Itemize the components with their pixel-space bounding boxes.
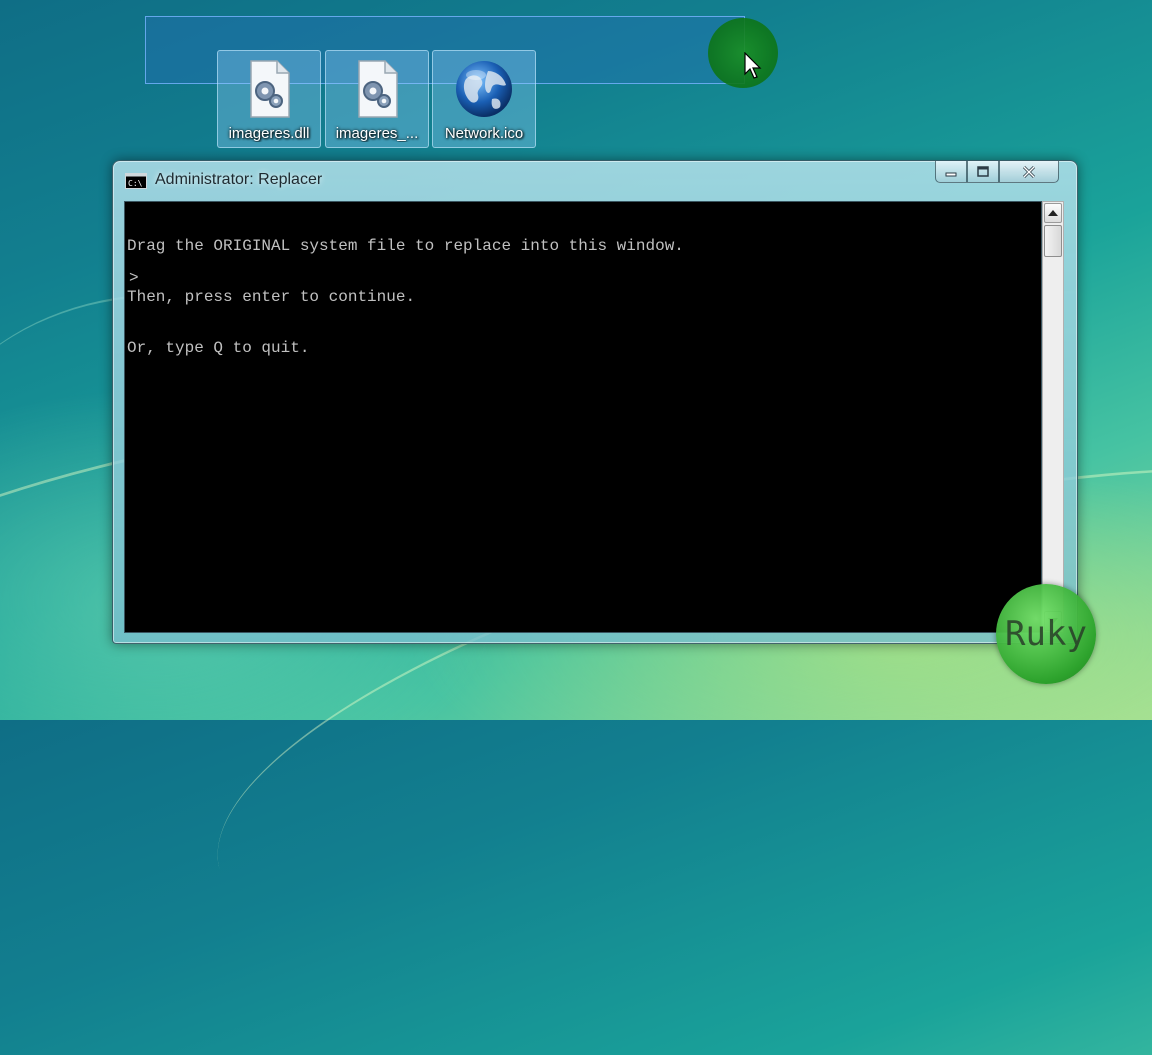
- vertical-scrollbar[interactable]: [1042, 201, 1064, 633]
- minimize-icon: [945, 172, 957, 176]
- desktop-icon-imageres-copy[interactable]: imageres_...: [325, 50, 429, 148]
- globe-icon: [456, 61, 512, 117]
- arrow-up-icon: [1048, 210, 1058, 216]
- dll-file-icon: [358, 60, 398, 118]
- maximize-icon: [977, 165, 989, 177]
- channel-watermark: Ruky: [996, 584, 1096, 684]
- console-prompt: >: [129, 269, 139, 287]
- desktop-icon-label: Network.ico: [444, 125, 524, 142]
- maximize-button[interactable]: [967, 161, 999, 183]
- desktop-icon-label: imageres.dll: [228, 125, 310, 142]
- desktop-icon-imageres-dll[interactable]: imageres.dll: [217, 50, 321, 148]
- dll-file-icon: [250, 60, 290, 118]
- scroll-up-button[interactable]: [1044, 203, 1062, 223]
- console-window[interactable]: C:\ Administrator: Replacer Drag the ORI…: [112, 160, 1078, 644]
- close-button[interactable]: [999, 161, 1059, 183]
- console-output-area[interactable]: Drag the ORIGINAL system file to replace…: [124, 201, 1042, 633]
- close-icon: [1022, 165, 1036, 178]
- cursor-highlight: [708, 18, 778, 88]
- console-line: Or, type Q to quit.: [127, 339, 310, 357]
- console-text-block: Drag the ORIGINAL system file to replace…: [127, 204, 684, 391]
- desktop-icon-label: imageres_...: [335, 125, 419, 142]
- console-line: Then, press enter to continue.: [127, 288, 416, 306]
- minimize-button[interactable]: [935, 161, 967, 183]
- scroll-thumb[interactable]: [1044, 225, 1062, 257]
- mouse-pointer-icon: [744, 52, 762, 79]
- window-title: Administrator: Replacer: [155, 171, 323, 188]
- desktop-icon-network-ico[interactable]: Network.ico: [432, 50, 536, 148]
- console-line: Drag the ORIGINAL system file to replace…: [127, 237, 684, 255]
- svg-text:C:\: C:\: [128, 179, 143, 188]
- watermark-text: Ruky: [1005, 614, 1087, 654]
- window-titlebar[interactable]: C:\ Administrator: Replacer: [113, 161, 1077, 201]
- console-icon: C:\: [125, 173, 147, 189]
